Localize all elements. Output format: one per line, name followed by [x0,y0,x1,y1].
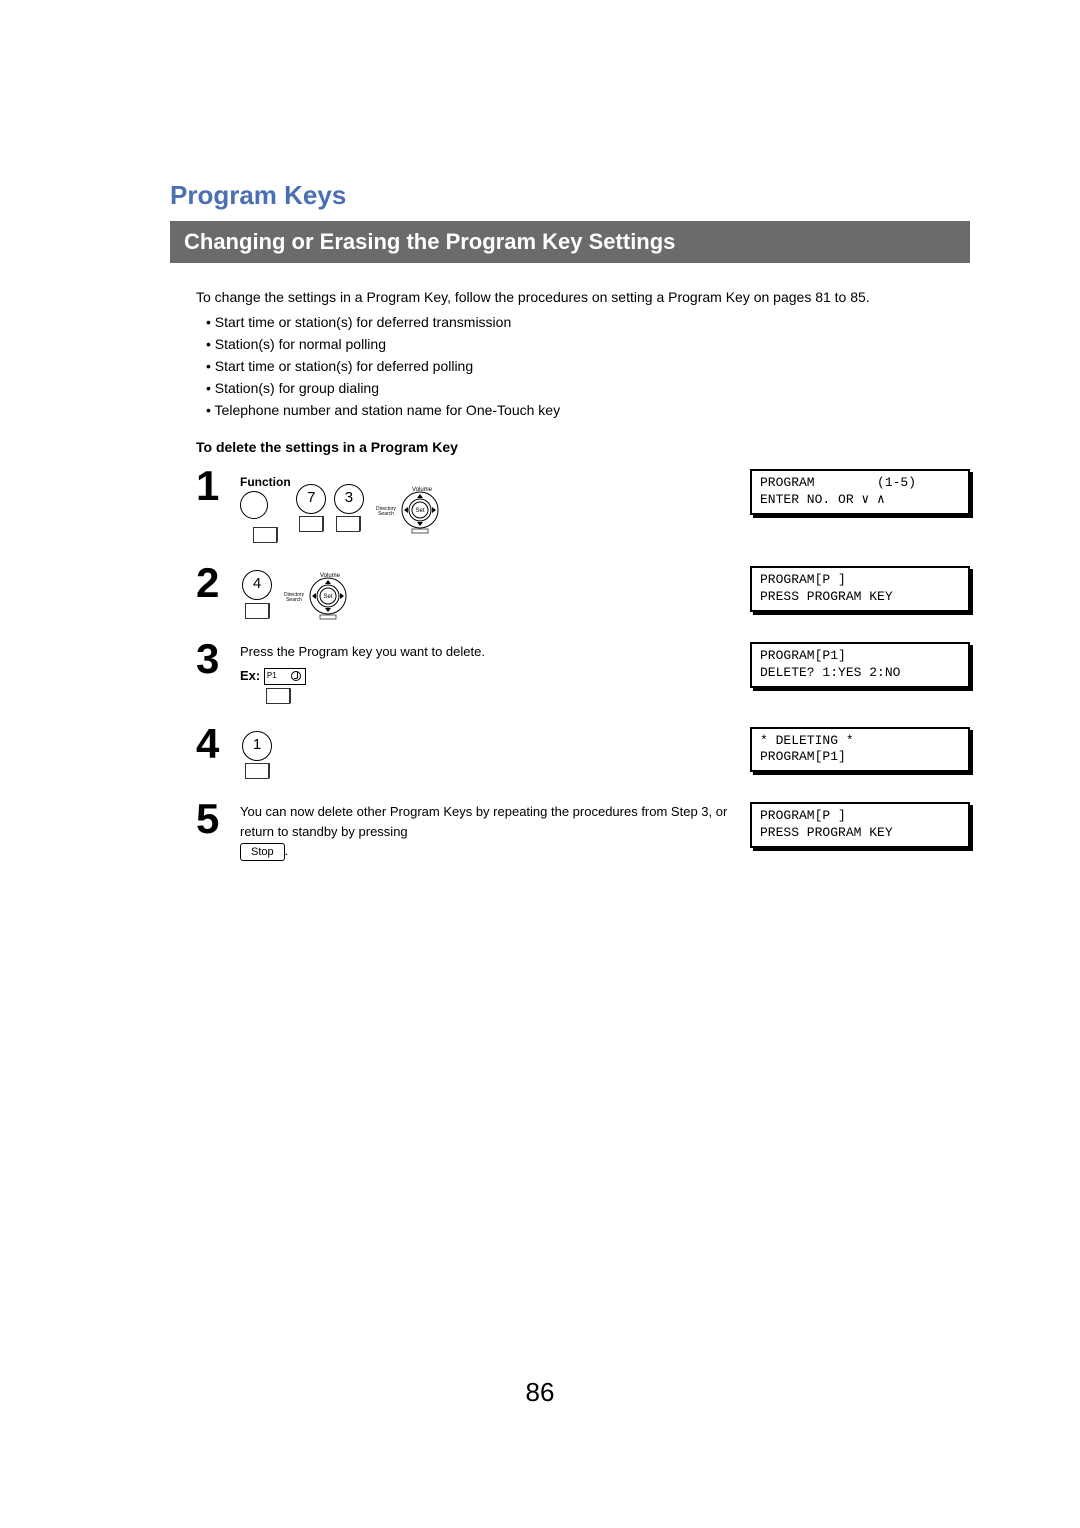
step-number: 3 [196,638,240,680]
key-stub-icon [266,688,291,704]
step-body: 4 Volume Directory Search Set [240,562,750,620]
nav-cluster-icon: Volume Directory Search Set [376,484,440,534]
lcd-display: * DELETING * PROGRAM[P1] [750,727,970,773]
bullet-item: Station(s) for group dialing [206,378,970,399]
key-stub-icon [253,527,278,543]
step-number: 2 [196,562,240,604]
key-stub-icon [245,603,270,619]
step-row-4: 4 1 * DELETING * PROGRAM[P1] [196,723,970,781]
svg-text:Set: Set [415,508,424,514]
lcd-display: PROGRAM[P ] PRESS PROGRAM KEY [750,566,970,612]
step-number: 4 [196,723,240,765]
step-body: Function 7 3 Volume [240,465,750,544]
step-row-5: 5 You can now delete other Program Keys … [196,798,970,861]
step-body: Press the Program key you want to delete… [240,638,750,705]
bullet-item: Start time or station(s) for deferred tr… [206,312,970,333]
p1-label: P1 [267,670,277,682]
function-label: Function [240,473,291,491]
keypad-1-icon: 1 [242,731,272,761]
step-text: Press the Program key you want to delete… [240,642,750,662]
section-heading: Program Keys [170,180,970,211]
ex-label: Ex: [240,668,260,683]
bullet-item: Telephone number and station name for On… [206,400,970,421]
svg-text:Search: Search [378,511,394,517]
keypad-4-icon: 4 [242,570,272,600]
steps-list: 1 Function 7 3 [196,465,970,861]
bullet-item: Start time or station(s) for deferred po… [206,356,970,377]
lcd-display: PROGRAM (1-5) ENTER NO. OR ∨ ∧ [750,469,970,515]
step-text-before: You can now delete other Program Keys by… [240,804,727,839]
key-stub-icon [245,763,270,779]
key-stub-icon [299,516,324,532]
keypad-3-icon: 3 [334,484,364,514]
lcd-display: PROGRAM[P ] PRESS PROGRAM KEY [750,802,970,848]
stop-button-icon: Stop [240,843,285,861]
step-body: You can now delete other Program Keys by… [240,798,750,861]
page-number: 86 [0,1377,1080,1408]
keypad-7-icon: 7 [296,484,326,514]
subheading: To delete the settings in a Program Key [196,439,970,455]
intro-block: To change the settings in a Program Key,… [196,287,970,421]
lcd-display: PROGRAM[P1] DELETE? 1:YES 2:NO [750,642,970,688]
step-row-3: 3 Press the Program key you want to dele… [196,638,970,705]
step-number: 5 [196,798,240,840]
key-stub-icon [336,516,361,532]
step-text-after: . [285,843,289,858]
svg-text:Search: Search [286,597,302,603]
step-row-2: 2 4 Volume Directory Search [196,562,970,620]
bullet-item: Station(s) for normal polling [206,334,970,355]
nav-cluster-icon: Volume Directory Search Set [284,570,348,620]
intro-text: To change the settings in a Program Key,… [196,287,970,308]
title-bar: Changing or Erasing the Program Key Sett… [170,221,970,263]
manual-page: Program Keys Changing or Erasing the Pro… [0,0,1080,1528]
program-key-p1-icon: P1 [264,668,306,685]
step-body: 1 [240,723,750,781]
step-row-1: 1 Function 7 3 [196,465,970,544]
svg-text:Set: Set [323,594,332,600]
bullet-list: Start time or station(s) for deferred tr… [206,312,970,421]
step-number: 1 [196,465,240,507]
